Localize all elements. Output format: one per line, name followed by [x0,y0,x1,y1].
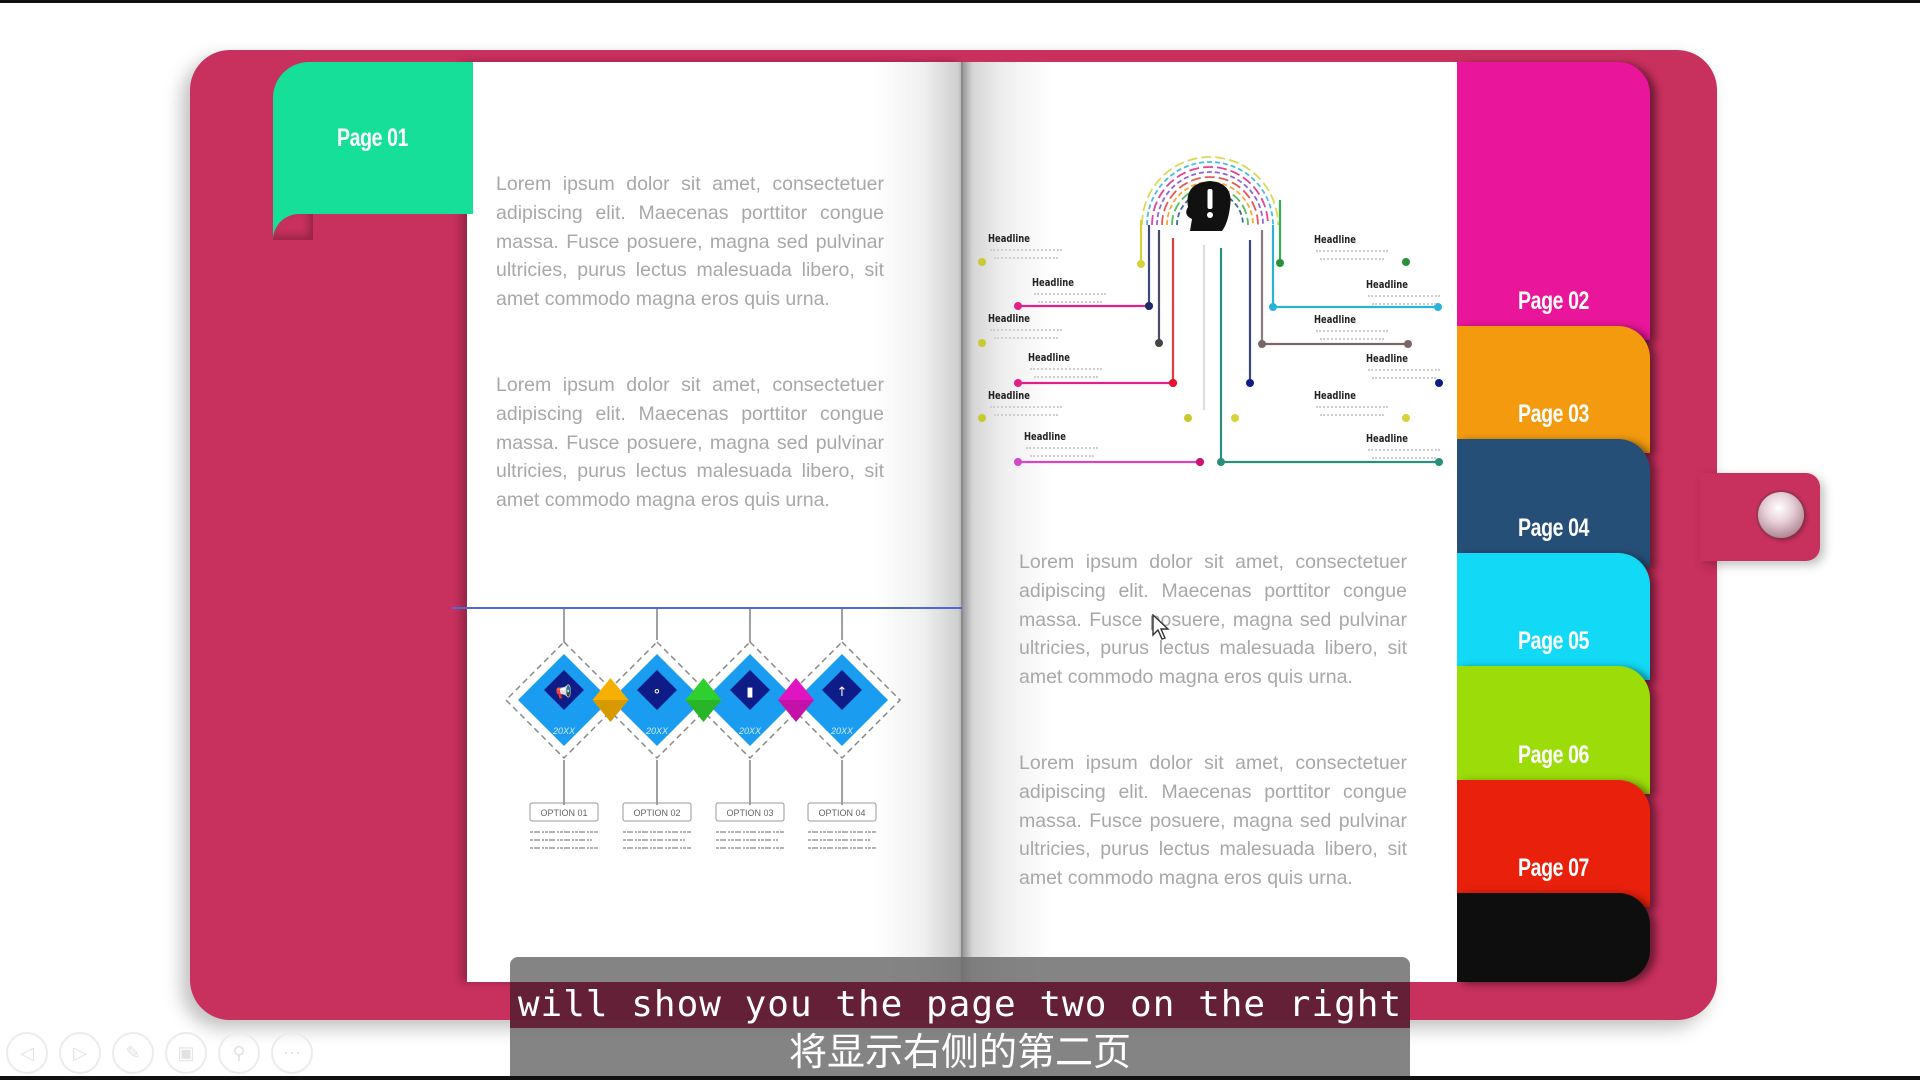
pen-button[interactable]: ✎ [112,1032,154,1074]
slides-icon: ▣ [177,1042,195,1063]
headline: Headline [1024,430,1066,443]
tab-page-02[interactable]: Page 02 [1457,62,1650,340]
headline-description [1030,455,1094,457]
tab-curl [273,214,313,240]
headline-description [990,249,1062,251]
headline-description [1316,330,1388,332]
pen-icon: ✎ [125,1042,141,1063]
zoom-icon: ⚲ [232,1042,246,1063]
headline-description [1030,368,1102,370]
tab-label: Page 05 [1517,627,1589,655]
headline-description [1320,258,1384,260]
tab-page-07[interactable]: Page 07 [1457,780,1650,907]
headline: Headline [988,389,1030,402]
next-slide-button[interactable]: ▷ [59,1032,101,1074]
headline: Headline [1032,276,1074,289]
headline-description [990,406,1062,408]
tab-page-04[interactable]: Page 04 [1457,439,1650,567]
tab-label: Page 07 [1517,854,1589,882]
clasp-button[interactable] [1758,492,1804,538]
more-button[interactable]: ⋯ [271,1032,313,1074]
headline: Headline [988,232,1030,245]
tab-label: Page 01 [337,123,409,152]
tab-label: Page 04 [1517,514,1589,542]
more-icon: ⋯ [283,1042,301,1063]
subtitle-chinese: 将显示右侧的第二页 [788,1030,1131,1074]
headline-description [1372,377,1436,379]
headline: Headline [1314,389,1356,402]
right-paragraph-2: Lorem ipsum dolor sit amet, consectetuer… [1019,752,1407,890]
mouse-cursor-icon [1152,614,1170,640]
headline: Headline [1366,278,1408,291]
headline-description [1372,303,1436,305]
headline-description [1368,295,1440,297]
headline: Headline [1314,233,1356,246]
left-paragraph-2: Lorem ipsum dolor sit amet, consectetuer… [496,374,884,512]
right-paragraph-1: Lorem ipsum dolor sit amet, consectetuer… [1019,551,1407,689]
slides-button[interactable]: ▣ [165,1032,207,1074]
previous-slide-button[interactable]: ◁ [6,1032,48,1074]
headline-description [1316,250,1388,252]
slideshow-controls: ◁ ▷ ✎ ▣ ⚲ ⋯ [6,1032,313,1074]
tab-label: Page 03 [1517,400,1589,428]
headline-description [1038,301,1102,303]
zoom-button[interactable]: ⚲ [218,1032,260,1074]
tab-page-05[interactable]: Page 05 [1457,553,1650,680]
tab-label: Page 06 [1517,741,1589,769]
bottom-border [0,1076,1920,1080]
tab-page-03[interactable]: Page 03 [1457,326,1650,453]
headline-description [1034,293,1106,295]
headline-description [1320,414,1384,416]
headline-description [1316,406,1388,408]
headline-description [1034,376,1098,378]
tab-page-06[interactable]: Page 06 [1457,666,1650,794]
previous-slide-icon: ◁ [20,1042,34,1063]
timeline-line [452,607,962,609]
headline-description [1372,457,1436,459]
tab-label: Page 02 [1517,287,1589,315]
top-border [0,0,1920,3]
headline-description [994,414,1058,416]
subtitle-english: will show you the page two on the right [517,984,1403,1025]
headline-description [1026,447,1098,449]
headline-description [1368,449,1440,451]
book-spine [961,62,963,982]
headline-description [994,337,1058,339]
headline: Headline [1366,352,1408,365]
headline-description [1320,338,1384,340]
headline: Headline [1366,432,1408,445]
headline: Headline [988,312,1030,325]
next-slide-icon: ▷ [73,1042,87,1063]
headline-description [994,257,1058,259]
left-paragraph-1: Lorem ipsum dolor sit amet, consectetuer… [496,173,884,311]
headline-description [990,329,1062,331]
headline: Headline [1028,351,1070,364]
tab-blank[interactable] [1457,893,1650,982]
headline: Headline [1314,313,1356,326]
tab-page-01[interactable]: Page 01 [273,62,473,214]
headline-description [1368,369,1440,371]
subtitle-overlay: will show you the page two on the right … [510,957,1410,1080]
